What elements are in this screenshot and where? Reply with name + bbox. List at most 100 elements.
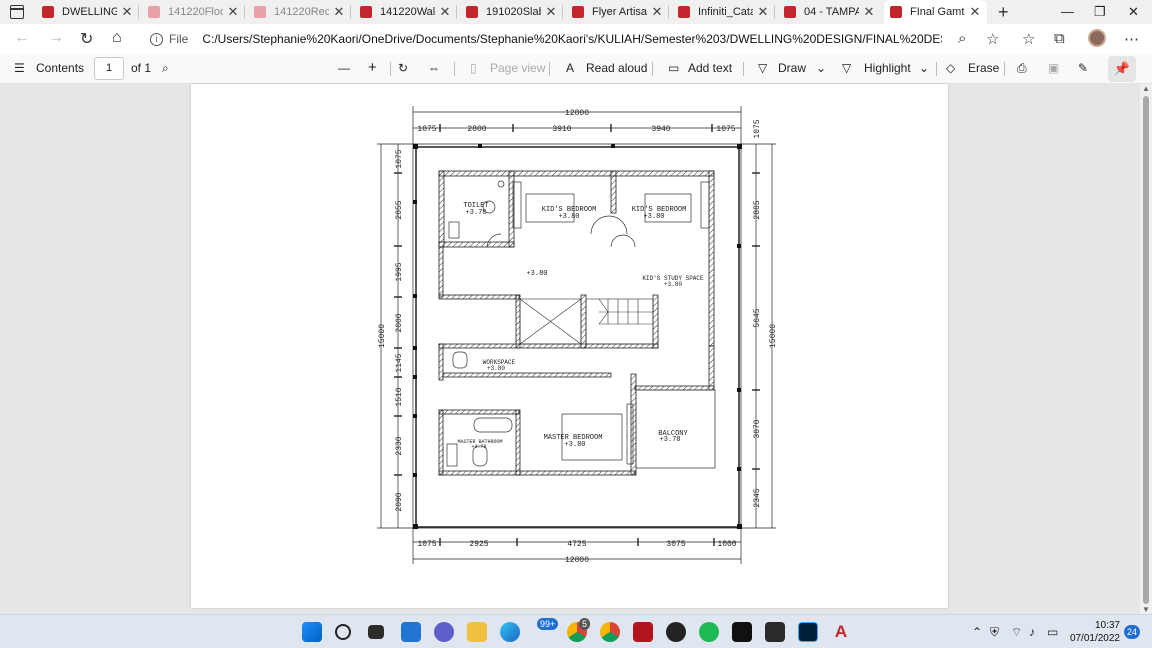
- tab-actions-icon[interactable]: [10, 5, 24, 19]
- avatar[interactable]: [1088, 29, 1106, 47]
- notion-icon[interactable]: [732, 622, 752, 642]
- address-input[interactable]: i File C:/Users/Stephanie%20Kaori/OneDri…: [140, 27, 972, 51]
- forward-icon[interactable]: →: [48, 29, 64, 47]
- erase-button[interactable]: Erase: [968, 61, 999, 75]
- battery-icon[interactable]: ▭: [1047, 625, 1058, 639]
- scheme-label: File: [169, 32, 189, 46]
- teams-chat-icon[interactable]: [434, 622, 454, 642]
- acrobat-icon[interactable]: A: [831, 622, 851, 642]
- vertical-scrollbar[interactable]: ▲ ▼: [1140, 84, 1152, 614]
- refresh-icon[interactable]: ↻: [80, 29, 93, 49]
- search-icon[interactable]: ⌕: [162, 61, 169, 76]
- close-tab-icon[interactable]: ✕: [545, 4, 557, 20]
- epic-games-icon[interactable]: [765, 622, 785, 642]
- draw-icon[interactable]: ▽: [758, 61, 767, 75]
- pdf-icon: [890, 6, 902, 18]
- pin-toolbar-icon[interactable]: 📌: [1108, 56, 1136, 82]
- url-text[interactable]: C:/Users/Stephanie%20Kaori/OneDrive/Docu…: [202, 32, 942, 46]
- read-aloud-button[interactable]: Read aloud: [586, 61, 647, 75]
- tab[interactable]: DWELLING DE ✕: [36, 0, 139, 24]
- dim-left-6: 1510: [395, 387, 404, 406]
- highlight-icon[interactable]: ▽: [842, 61, 851, 75]
- tab[interactable]: Flyer Artisan T ✕: [566, 0, 669, 24]
- contents-icon[interactable]: ☰: [14, 61, 25, 75]
- close-window-button[interactable]: ✕: [1128, 4, 1139, 20]
- contents-button[interactable]: Contents: [36, 61, 84, 75]
- favorites-icon[interactable]: ☆: [1022, 30, 1035, 48]
- pdf-viewer[interactable]: 12800 1075 2800 3910 3940 1075 1075 2925…: [0, 84, 1140, 614]
- tab-title: Flyer Artisan T: [592, 6, 647, 18]
- more-icon[interactable]: ⋯: [1124, 30, 1139, 48]
- xbox-icon[interactable]: [666, 622, 686, 642]
- read-aloud-icon[interactable]: A: [566, 61, 574, 75]
- close-tab-icon[interactable]: ✕: [121, 4, 133, 20]
- start-icon[interactable]: [302, 622, 322, 642]
- room-master-bathroom-level: +3.78: [471, 444, 486, 450]
- dim-left-4: 2000: [395, 313, 404, 332]
- dim-top-3: 3910: [552, 125, 571, 134]
- volume-icon[interactable]: ♪: [1029, 625, 1035, 639]
- minimize-button[interactable]: —: [1061, 4, 1074, 19]
- info-icon[interactable]: i: [150, 32, 163, 46]
- scroll-up-icon[interactable]: ▲: [1142, 84, 1150, 93]
- add-text-button[interactable]: Add text: [688, 61, 732, 75]
- dim-top-4: 3940: [651, 125, 670, 134]
- eraser-icon[interactable]: ◇: [946, 61, 955, 75]
- edge-icon[interactable]: [500, 622, 520, 642]
- tab[interactable]: Infiniti_Catalo ✕: [672, 0, 775, 24]
- collections-icon[interactable]: ⧉: [1054, 30, 1065, 47]
- dim-left-total: 15000: [378, 324, 387, 348]
- maximize-button[interactable]: ❐: [1094, 4, 1106, 20]
- add-favorite-icon[interactable]: ☆: [986, 30, 999, 48]
- chevron-down-icon[interactable]: ⌄: [919, 61, 929, 75]
- close-tab-icon[interactable]: ✕: [757, 4, 769, 20]
- wifi-icon[interactable]: ⌔: [1011, 625, 1022, 640]
- tab[interactable]: 191020Slab_C ✕: [460, 0, 563, 24]
- save-as-icon[interactable]: ✎: [1078, 61, 1088, 75]
- new-tab-button[interactable]: +: [998, 2, 1009, 23]
- highlight-button[interactable]: Highlight: [864, 61, 911, 75]
- zoom-icon[interactable]: ⌕: [958, 30, 966, 47]
- pdf-icon: [254, 6, 266, 18]
- close-tab-icon[interactable]: ✕: [439, 4, 451, 20]
- dim-top-total: 12800: [565, 109, 589, 118]
- task-view-icon[interactable]: [368, 625, 384, 639]
- vpn-icon[interactable]: ⛨: [990, 625, 999, 640]
- close-tab-icon[interactable]: ✕: [969, 4, 981, 20]
- scroll-down-icon[interactable]: ▼: [1142, 605, 1150, 614]
- rotate-icon[interactable]: ↻: [398, 61, 408, 75]
- chevron-down-icon[interactable]: ⌄: [816, 61, 826, 75]
- zoom-in-icon[interactable]: +: [368, 59, 377, 76]
- tab[interactable]: 04 - TAMPAK ✕: [778, 0, 881, 24]
- file-explorer-icon[interactable]: [467, 622, 487, 642]
- clock[interactable]: 10:37 07/01/2022: [1064, 619, 1120, 645]
- back-icon[interactable]: ←: [14, 29, 30, 47]
- dim-left-1: 1075: [395, 149, 404, 168]
- chrome-profile-icon[interactable]: [600, 622, 620, 642]
- search-icon[interactable]: [335, 624, 351, 640]
- close-tab-icon[interactable]: ✕: [333, 4, 345, 20]
- print-icon[interactable]: ⎙: [1017, 61, 1027, 76]
- draw-button[interactable]: Draw: [778, 61, 806, 75]
- tab[interactable]: 141220WallTil ✕: [354, 0, 457, 24]
- tab-active[interactable]: FInal Gamtek ✕: [884, 0, 987, 24]
- chevron-up-icon[interactable]: ⌃: [972, 625, 982, 639]
- fit-page-icon[interactable]: ⇔: [428, 61, 440, 75]
- tab[interactable]: 141220FloorT ✕: [142, 0, 245, 24]
- add-text-icon[interactable]: ▭: [668, 61, 679, 75]
- room-master-bedroom-level: +3.80: [564, 441, 585, 449]
- dim-left-5: 1145: [395, 353, 404, 372]
- scroll-thumb[interactable]: [1143, 96, 1149, 604]
- notification-badge[interactable]: 24: [1124, 625, 1140, 639]
- tab[interactable]: 141220Rectifi ✕: [248, 0, 351, 24]
- home-icon[interactable]: ⌂: [112, 29, 122, 47]
- spotify-icon[interactable]: [699, 622, 719, 642]
- page-number-input[interactable]: 1: [94, 57, 124, 80]
- zoom-out-icon[interactable]: —: [338, 61, 350, 75]
- close-tab-icon[interactable]: ✕: [227, 4, 239, 20]
- app-red-icon[interactable]: [633, 622, 653, 642]
- close-tab-icon[interactable]: ✕: [863, 4, 875, 20]
- photoshop-icon[interactable]: [798, 622, 818, 642]
- close-tab-icon[interactable]: ✕: [651, 4, 663, 20]
- widgets-icon[interactable]: [401, 622, 421, 642]
